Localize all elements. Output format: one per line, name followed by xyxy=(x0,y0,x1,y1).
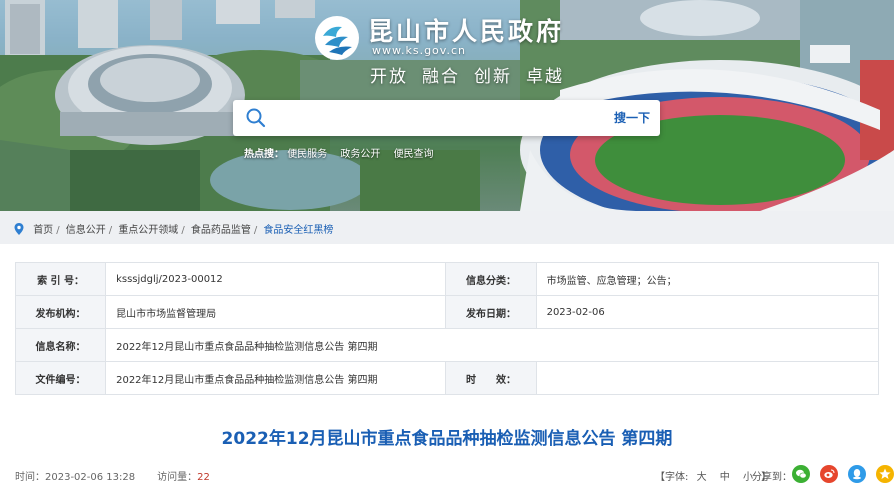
index-number-label: 索 引 号： xyxy=(14,262,107,296)
breadcrumb-current[interactable]: 食品安全红黑榜 xyxy=(263,225,333,236)
search-button[interactable]: 搜一下 xyxy=(614,109,650,126)
table-row: 发布机构： 昆山市市场监督管理局 发布日期： 2023-02-06 xyxy=(14,295,880,329)
font-size-medium[interactable]: 中 xyxy=(720,472,730,483)
table-row: 信息名称： 2022年12月昆山市重点食品品种抽检监测信息公告 第四期 xyxy=(14,328,879,362)
slogan-word: 卓越 xyxy=(526,67,564,87)
ks-gov-logo xyxy=(315,16,359,60)
category-value: 市场监管、应急管理；公告； xyxy=(535,262,880,296)
time-value: 2023-02-06 13:28 xyxy=(45,472,136,483)
hot-link-zhengwu-gongkai[interactable]: 政务公开 xyxy=(340,149,380,160)
validity-value xyxy=(535,361,880,395)
site-domain: www.ks.gov.cn xyxy=(372,44,466,57)
article-meta: 时间：2023-02-06 13:28 访问量：22 xyxy=(15,468,210,483)
time-label: 时间： xyxy=(15,472,45,483)
category-label: 信息分类： xyxy=(445,262,537,296)
breadcrumb-separator: / xyxy=(181,225,185,236)
breadcrumb-home[interactable]: 首页 xyxy=(33,225,53,236)
validity-label: 时 效： xyxy=(445,361,537,395)
slogan: 开放 融合 创新 卓越 xyxy=(370,62,578,87)
info-name-label: 信息名称： xyxy=(14,328,107,362)
article-title: 2022年12月昆山市重点食品品种抽检监测信息公告 第四期 xyxy=(221,429,673,449)
breadcrumb-separator: / xyxy=(56,225,60,236)
views-count: 22 xyxy=(197,472,210,483)
qzone-icon[interactable] xyxy=(876,465,894,483)
font-size-label: 【字体: xyxy=(655,472,689,483)
hot-search-row: 热点搜： 便民服务 政务公开 便民查询 xyxy=(244,145,444,160)
breadcrumb-separator: / xyxy=(108,225,113,236)
hot-link-bianmin-chaxun[interactable]: 便民查询 xyxy=(394,149,434,160)
share-label: 分享到： xyxy=(752,472,792,483)
search-input[interactable] xyxy=(277,106,577,130)
breadcrumb-bar: 首页 / 信息公开 / 重点公开领域 / 食品药品监管 / 食品安全红黑榜 xyxy=(0,211,894,244)
views-label: 访问量： xyxy=(157,472,198,483)
breadcrumb-info-public[interactable]: 信息公开 xyxy=(66,225,106,236)
wechat-icon[interactable] xyxy=(792,465,810,483)
info-name-value: 2022年12月昆山市重点食品品种抽检监测信息公告 第四期 xyxy=(105,328,879,362)
site-title: 昆山市人民政府 xyxy=(368,17,565,46)
index-number-value: ksssjdglj/2023-00012 xyxy=(105,262,447,296)
location-pin-icon xyxy=(14,223,24,235)
document-info-table: 索 引 号： ksssjdglj/2023-00012 信息分类： 市场监管、应… xyxy=(14,262,880,395)
header-banner: 昆山市人民政府 www.ks.gov.cn 开放 融合 创新 卓越 搜一下 热点搜： … xyxy=(0,0,894,211)
publisher-label: 发布机构： xyxy=(14,295,107,329)
hot-search-label: 热点搜： xyxy=(244,149,284,160)
table-row: 文件编号： 2022年12月昆山市重点食品品种抽检监测信息公告 第四期 时 效： xyxy=(14,361,880,395)
publish-date-value: 2023-02-06 xyxy=(535,295,880,329)
slogan-word: 创新 xyxy=(474,67,512,87)
doc-number-value: 2022年12月昆山市重点食品品种抽检监测信息公告 第四期 xyxy=(105,361,447,395)
search-icon xyxy=(246,108,266,128)
publisher-value: 昆山市市场监督管理局 xyxy=(105,295,447,329)
qq-icon[interactable] xyxy=(848,465,867,483)
font-size-large[interactable]: 大 xyxy=(697,472,707,483)
breadcrumb-key-areas[interactable]: 重点公开领域 xyxy=(118,225,178,236)
doc-number-label: 文件编号： xyxy=(14,361,107,395)
breadcrumb-food-drug[interactable]: 食品药品监管 xyxy=(191,225,251,236)
table-row: 索 引 号： ksssjdglj/2023-00012 信息分类： 市场监管、应… xyxy=(14,262,880,296)
breadcrumb: 首页 / 信息公开 / 重点公开领域 / 食品药品监管 / 食品安全红黑榜 xyxy=(14,221,333,236)
page-root: 昆山市人民政府 www.ks.gov.cn 开放 融合 创新 卓越 搜一下 热点搜： … xyxy=(0,0,894,489)
share-icons xyxy=(792,465,894,483)
publish-date-label: 发布日期： xyxy=(445,295,537,329)
search-box: 搜一下 xyxy=(233,100,660,136)
slogan-word: 融合 xyxy=(422,67,460,87)
hot-link-bianmin-fuwu[interactable]: 便民服务 xyxy=(287,149,327,160)
breadcrumb-separator: / xyxy=(253,225,258,236)
slogan-word: 开放 xyxy=(370,67,408,87)
weibo-icon[interactable] xyxy=(820,465,839,483)
